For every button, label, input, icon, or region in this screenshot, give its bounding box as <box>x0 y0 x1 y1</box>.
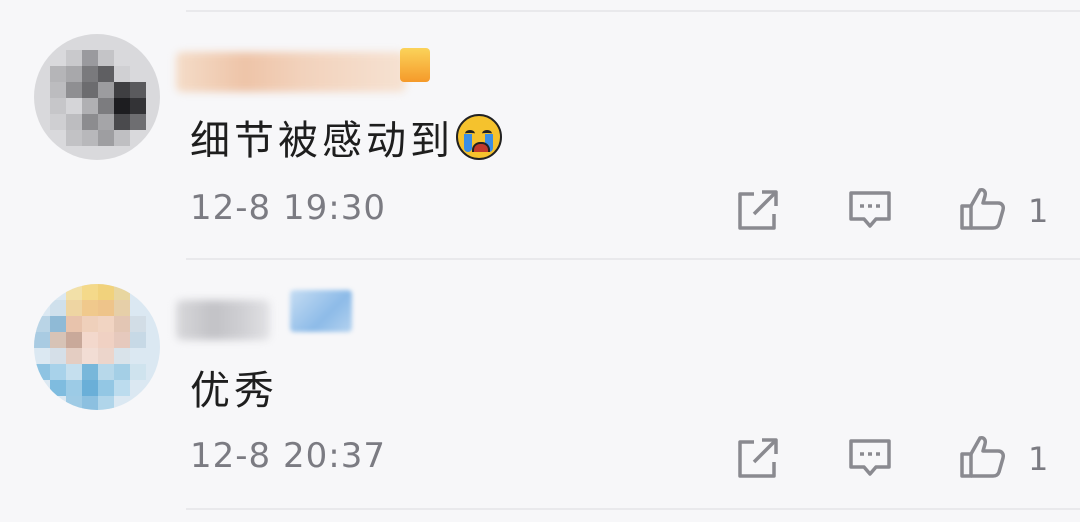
like-count: 1 <box>1028 440 1049 478</box>
comment-text: 细节被感动到 <box>190 108 502 166</box>
comment-text: 优秀 <box>190 358 278 416</box>
crying-face-icon <box>456 114 502 160</box>
avatar[interactable] <box>34 284 160 410</box>
share-icon[interactable] <box>734 186 782 234</box>
user-badge-icon <box>290 290 352 332</box>
share-icon[interactable] <box>734 434 782 482</box>
username-blurred[interactable] <box>176 52 406 92</box>
username-blurred[interactable] <box>176 300 270 340</box>
like-count: 1 <box>1028 192 1049 230</box>
comment-content: 细节被感动到 <box>190 118 454 164</box>
avatar[interactable] <box>34 34 160 160</box>
comment-item: 细节被感动到 12-8 19:30 1 <box>0 12 1080 260</box>
comment-icon[interactable] <box>846 186 894 234</box>
user-badge-icon <box>400 48 430 82</box>
comment-icon[interactable] <box>846 434 894 482</box>
bottom-divider <box>186 508 1080 510</box>
comment-timestamp: 12-8 20:37 <box>190 436 386 476</box>
comment-timestamp: 12-8 19:30 <box>190 188 386 228</box>
comment-list: 细节被感动到 12-8 19:30 1 优秀 12-8 20:37 1 <box>0 0 1080 522</box>
thumbs-up-icon[interactable] <box>958 432 1006 480</box>
thumbs-up-icon[interactable] <box>958 184 1006 232</box>
comment-content: 优秀 <box>190 368 278 414</box>
comment-item: 优秀 12-8 20:37 1 <box>0 260 1080 508</box>
